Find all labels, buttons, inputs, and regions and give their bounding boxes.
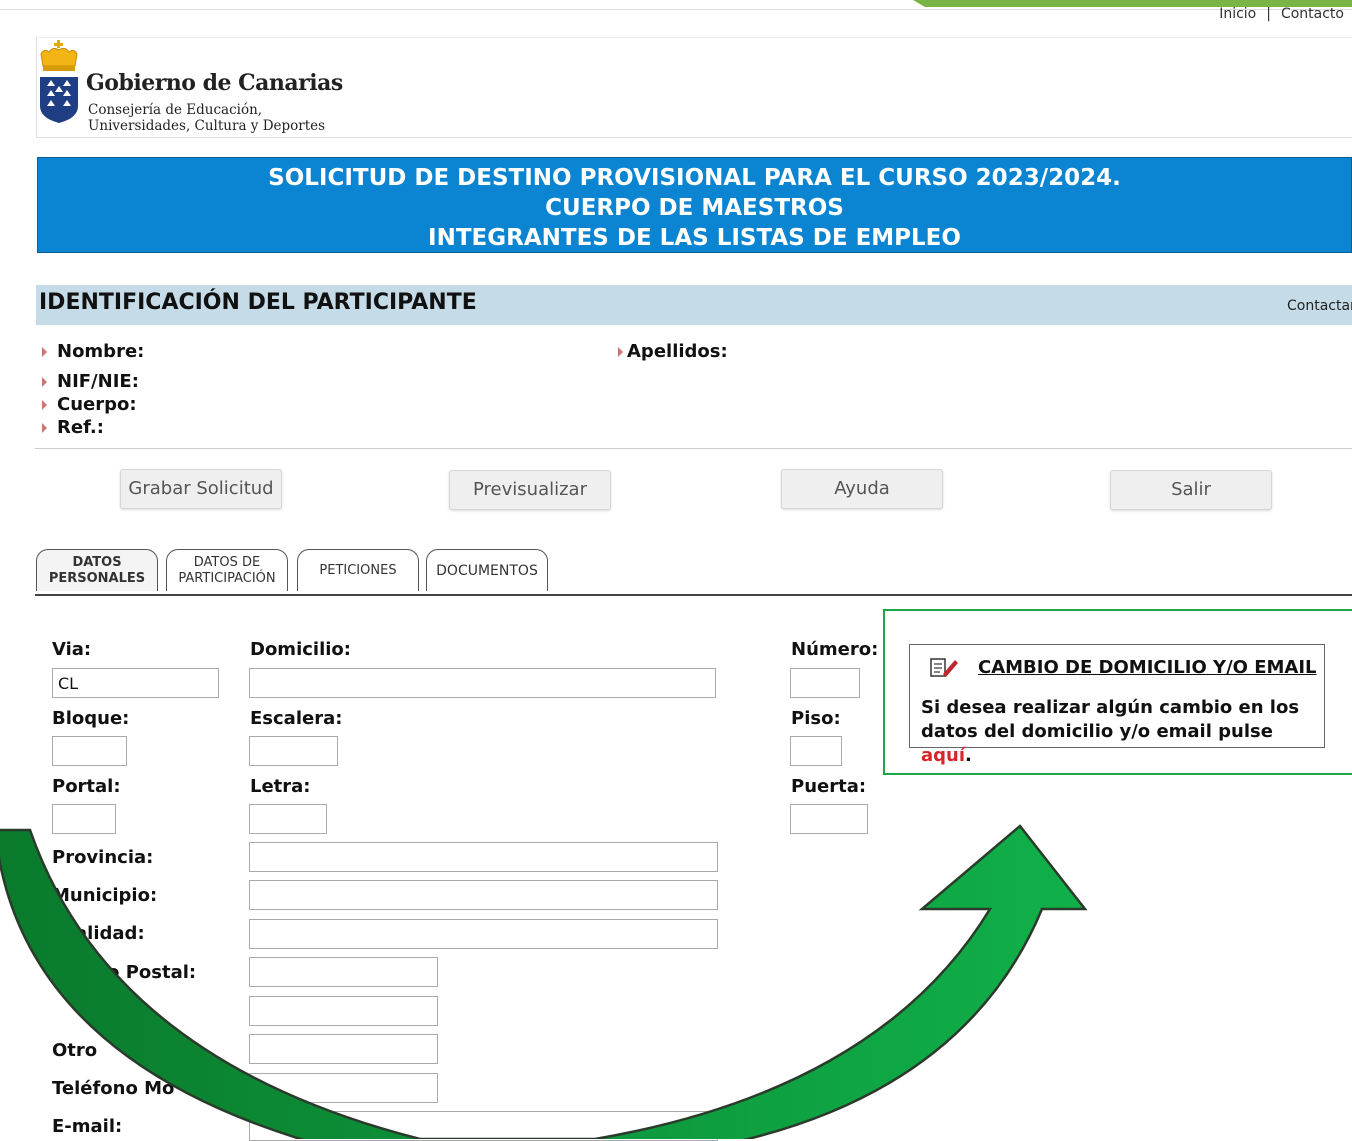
ayuda-button[interactable]: Ayuda [781,469,943,509]
tab-datos-personales-label: DATOS PERSONALES [49,555,145,587]
telefono-movil-input[interactable] [249,1073,438,1103]
piso-input[interactable] [790,736,842,766]
link-separator: | [1266,6,1271,22]
tabs-baseline [35,594,1352,596]
localidad-input[interactable] [249,919,718,949]
previsualizar-button[interactable]: Previsualizar [449,470,611,510]
tab-datos-participacion-label: DATOS DE PARTICIPACIÓN [178,555,275,587]
email-input[interactable] [249,1111,718,1141]
portal-label: Portal: [52,776,121,797]
domicilio-label: Domicilio: [250,639,351,660]
cambio-domicilio-title[interactable]: CAMBIO DE DOMICILIO Y/O EMAIL [978,657,1317,678]
logo-subtitle: Consejería de Educación, Universidades, … [88,102,325,134]
top-divider [0,9,1352,10]
identification-divider [35,448,1352,449]
contacto-link[interactable]: Contacto [1281,6,1344,22]
info-text-period: . [965,745,972,766]
puerta-input[interactable] [790,804,868,834]
domicilio-input[interactable] [249,668,716,698]
bloque-input[interactable] [52,736,127,766]
tab-documentos[interactable]: DOCUMENTOS [426,549,548,591]
logo-subtitle-line2: Universidades, Cultura y Deportes [88,118,326,134]
tab-peticiones-label: PETICIONES [319,562,397,578]
letra-input[interactable] [249,804,327,834]
otro-telefono-label: Otro o: [52,1040,185,1061]
salir-button[interactable]: Salir [1110,470,1272,510]
portal-input[interactable] [52,804,116,834]
inicio-link[interactable]: Inicio [1219,6,1256,22]
contactar-link[interactable]: Contactar [1287,298,1352,314]
telefono-movil-label: Teléfono Mo [52,1078,175,1099]
grabar-solicitud-button[interactable]: Grabar Solicitud [120,469,282,509]
otro-telefono-label-b: o: [165,1040,185,1061]
banner-line1: SOLICITUD DE DESTINO PROVISIONAL PARA EL… [268,165,1121,191]
info-text-body: Si desea realizar algún cambio en los da… [921,697,1300,742]
tab-datos-personales[interactable]: DATOS PERSONALES [36,549,158,591]
otro-telefono-label-a: Otro [52,1040,98,1061]
letra-label: Letra: [250,776,311,797]
ref-label: Ref.: [57,417,104,438]
bloque-label: Bloque: [52,708,130,729]
nif-row: NIF/NIE: [42,371,139,392]
cuerpo-label: Cuerpo: [57,394,137,415]
localidad-label: ocalidad: [52,923,145,944]
municipio-label: Municipio: [52,885,158,906]
bullet-icon [42,347,47,357]
top-links: Inicio | Contacto [1219,6,1344,22]
tab-label-line: DATOS DE [193,554,261,570]
tab-documentos-label: DOCUMENTOS [436,562,538,579]
tab-label-line: PERSONALES [48,570,146,586]
bullet-icon [42,423,47,433]
banner-line2: CUERPO DE MAESTROS [545,195,844,221]
provincia-input[interactable] [249,842,718,872]
numero-input[interactable] [790,668,860,698]
via-label: Via: [52,639,92,660]
puerta-label: Puerta: [791,776,867,797]
municipio-input[interactable] [249,880,718,910]
escalera-input[interactable] [249,736,338,766]
email-label: E-mail: [52,1116,123,1137]
tab-label-line: PARTICIPACIÓN [178,570,276,586]
apellidos-label: Apellidos: [627,341,728,362]
cambio-domicilio-text: Si desea realizar algún cambio en los da… [921,696,1316,768]
bullet-icon [42,377,47,387]
codigo-postal-input[interactable] [249,957,438,987]
identification-title: IDENTIFICACIÓN DEL PARTICIPANTE [39,290,477,315]
telefono-label: o: [118,1001,138,1022]
provincia-label: Provincia: [52,847,154,868]
nif-label: NIF/NIE: [57,371,139,392]
tab-datos-participacion[interactable]: DATOS DE PARTICIPACIÓN [166,549,288,591]
via-input[interactable] [52,668,219,698]
tab-peticiones[interactable]: PETICIONES [297,549,419,591]
logo-title: Gobierno de Canarias [86,70,343,96]
codigo-postal-label: igo Postal: [88,962,197,983]
bullet-icon [618,347,623,357]
nombre-label: Nombre: [57,341,145,362]
ref-row: Ref.: [42,417,104,438]
escalera-label: Escalera: [250,708,343,729]
bullet-icon [42,400,47,410]
logo-subtitle-line1: Consejería de Educación, [88,102,263,118]
nombre-row: Nombre: [42,341,144,362]
edit-document-icon [930,658,958,677]
otro-telefono-input[interactable] [249,1034,438,1064]
page-title-banner: SOLICITUD DE DESTINO PROVISIONAL PARA EL… [37,157,1352,253]
canarias-shield-icon [40,77,78,123]
aqui-link[interactable]: aquí [921,745,965,766]
piso-label: Piso: [791,708,841,729]
telefono-input[interactable] [249,996,438,1026]
banner-line3: INTEGRANTES DE LAS LISTAS DE EMPLEO [428,225,961,251]
cuerpo-row: Cuerpo: [42,394,137,415]
apellidos-row: Apellidos: [618,341,728,362]
tab-label-line: DATOS [72,554,122,570]
crown-icon [40,40,78,71]
numero-label: Número: [791,639,879,660]
